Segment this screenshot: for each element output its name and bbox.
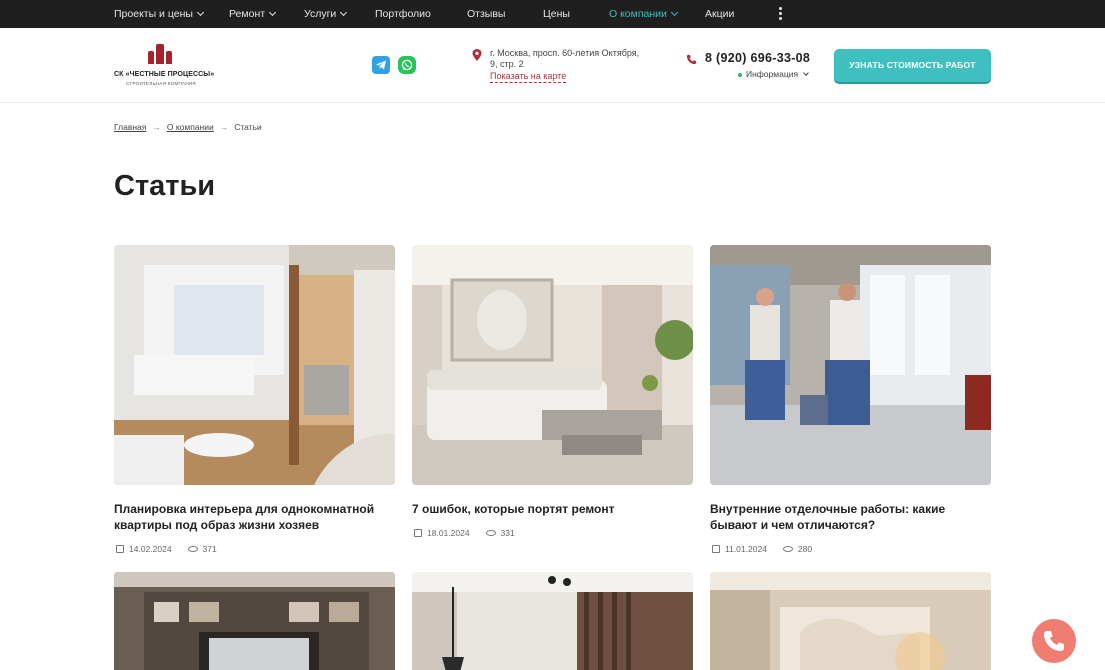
address-line-2: 9, стр. 2 (490, 59, 524, 69)
article-meta-3: 11.01.2024 280 (712, 544, 812, 554)
eye-icon (187, 546, 198, 552)
nav-item-about[interactable]: О компании (609, 0, 678, 28)
chevron-down-icon (803, 70, 809, 76)
chevron-down-icon (670, 8, 678, 17)
address-line-1: г. Москва, просп. 60-летия Октября, (490, 48, 640, 58)
nav-item-repair[interactable]: Ремонт (229, 0, 277, 28)
breadcrumb-current: Статьи (234, 122, 262, 132)
breadcrumb: Главная → О компании → Статьи (114, 122, 262, 132)
nav-item-label: Ремонт (229, 8, 266, 20)
eye-icon (782, 546, 793, 552)
article-views: 280 (797, 544, 813, 554)
nav-item-reviews[interactable]: Отзывы (467, 0, 505, 28)
top-navigation: Проекты и цены Ремонт Услуги Портфолио О… (0, 0, 1105, 28)
eye-icon (485, 530, 496, 536)
calendar-icon (712, 545, 720, 553)
article-image-5[interactable] (412, 572, 693, 670)
chevron-down-icon (340, 8, 348, 17)
article-image-3[interactable] (710, 245, 991, 485)
get-price-button[interactable]: УЗНАТЬ СТОИМОСТЬ РАБОТ (834, 49, 991, 82)
show-on-map-link[interactable]: Показать на карте (490, 71, 567, 83)
nav-item-portfolio[interactable]: Портфолио (375, 0, 431, 28)
page-title: Статьи (114, 170, 216, 202)
article-views: 371 (202, 544, 217, 554)
article-date: 11.01.2024 (725, 544, 767, 554)
chevron-down-icon (269, 8, 277, 17)
site-header: СК «ЧЕСТНЫЕ ПРОЦЕССЫ» СТРОИТЕЛЬНАЯ КОМПА… (0, 28, 1105, 103)
kebab-menu-icon[interactable] (777, 7, 783, 21)
chevron-down-icon (196, 8, 204, 17)
nav-item-promo[interactable]: Акции (705, 0, 734, 28)
article-date: 14.02.2024 (129, 544, 172, 554)
article-meta-2: 18.01.2024 331 (414, 528, 515, 538)
nav-item-projects[interactable]: Проекты и цены (114, 0, 204, 28)
article-image-1[interactable] (114, 245, 395, 485)
nav-item-services[interactable]: Услуги (304, 0, 348, 28)
breadcrumb-about[interactable]: О компании (167, 122, 214, 132)
arrow-right-icon: → (152, 122, 161, 132)
logo-subtitle: СТРОИТЕЛЬНАЯ КОМПАНИЯ (126, 81, 196, 86)
phone-number[interactable]: 8 (920) 696-33-08 (705, 51, 810, 65)
info-dropdown-label: Информация (746, 69, 799, 79)
article-title-3[interactable]: Внутренние отделочные работы: какие быва… (710, 501, 995, 533)
arrow-right-icon: → (219, 122, 229, 132)
logo-name: СК «ЧЕСТНЫЕ ПРОЦЕССЫ» (114, 71, 215, 78)
article-image-4[interactable] (114, 572, 395, 670)
phone-handset-icon (1044, 631, 1064, 651)
info-dropdown[interactable]: Информация (746, 69, 809, 79)
nav-item-label: О компании (609, 8, 667, 20)
calendar-icon (414, 529, 422, 537)
article-image-2[interactable] (412, 245, 693, 485)
breadcrumb-home[interactable]: Главная (114, 122, 146, 132)
nav-item-label: Акции (705, 8, 735, 20)
calendar-icon (116, 545, 124, 553)
phone-icon (686, 54, 697, 65)
logo-mark-icon (148, 44, 172, 64)
article-views: 331 (500, 528, 515, 538)
nav-item-label: Услуги (304, 8, 337, 20)
nav-item-prices[interactable]: Цены (543, 0, 570, 28)
article-image-6[interactable] (710, 572, 991, 670)
article-date: 18.01.2024 (427, 528, 470, 538)
nav-item-label: Отзывы (467, 8, 506, 20)
article-title-2[interactable]: 7 ошибок, которые портят ремонт (412, 501, 697, 517)
location-pin-icon (472, 49, 482, 61)
nav-item-label: Проекты и цены (114, 8, 193, 20)
whatsapp-icon[interactable] (398, 56, 416, 74)
article-title-1[interactable]: Планировка интерьера для однокомнатной к… (114, 501, 399, 533)
nav-item-label: Портфолио (375, 8, 431, 20)
company-logo[interactable]: СК «ЧЕСТНЫЕ ПРОЦЕССЫ» СТРОИТЕЛЬНАЯ КОМПА… (114, 44, 214, 88)
telegram-icon[interactable] (372, 56, 390, 74)
article-meta-1: 14.02.2024 371 (116, 544, 217, 554)
online-status-dot (738, 73, 742, 77)
nav-item-label: Цены (543, 8, 570, 20)
call-button[interactable] (1032, 619, 1076, 663)
